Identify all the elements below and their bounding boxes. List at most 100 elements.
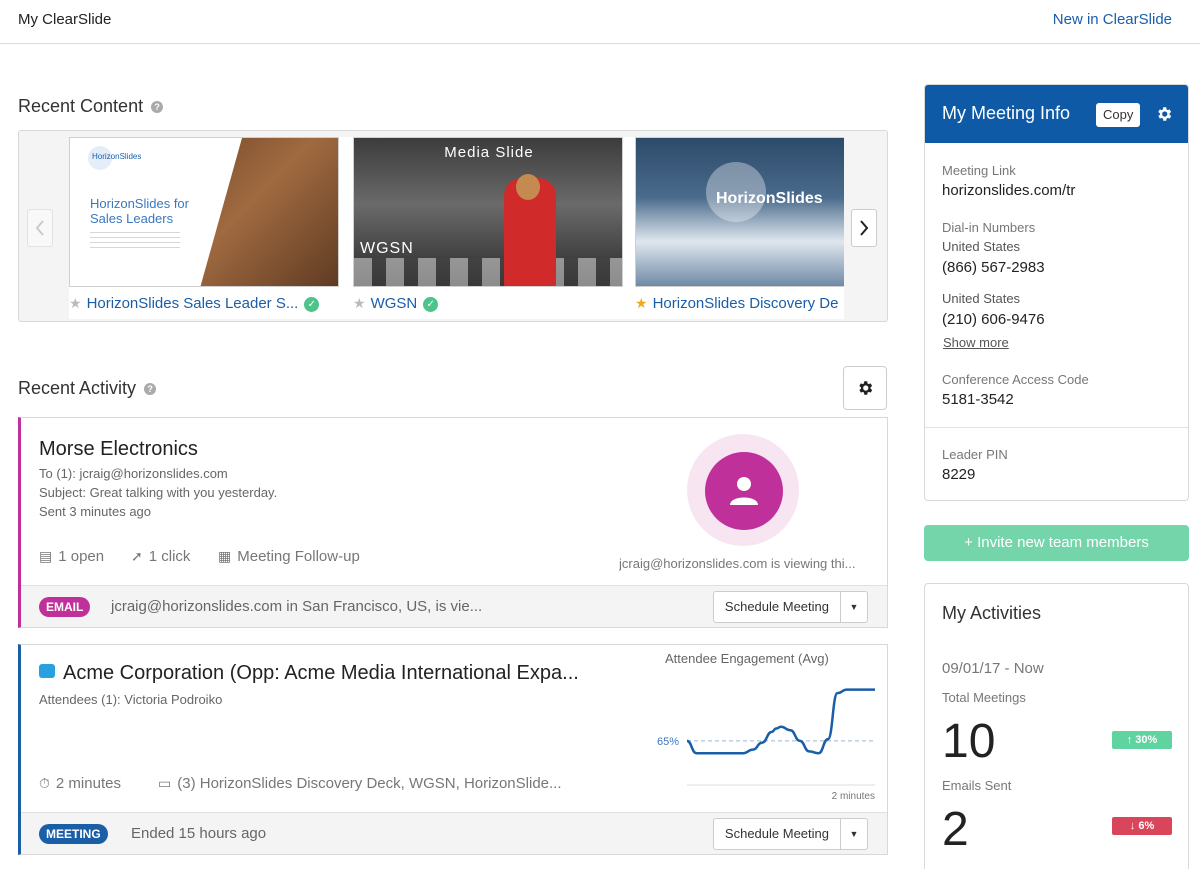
invite-team-members-button[interactable]: + Invite new team members [924, 525, 1189, 561]
emails-sent-value: 2 [942, 803, 969, 856]
recent-activity-title: Recent Activity [18, 378, 137, 398]
verified-check-icon: ✓ [304, 297, 320, 312]
star-icon[interactable]: ★ [69, 295, 82, 312]
caret-down-icon[interactable]: ▼ [841, 819, 867, 849]
content-card[interactable]: HorizonSlides HorizonSlides for Sales Le… [69, 137, 339, 319]
activity-footer: EMAIL jcraig@horizonslides.com in San Fr… [21, 585, 887, 627]
page-title: My ClearSlide [18, 11, 112, 28]
caret-down-icon[interactable]: ▼ [841, 592, 867, 622]
dial-in-phone: (866) 567-2983 [942, 259, 1045, 276]
copy-button[interactable]: Copy [1096, 103, 1141, 127]
carousel-prev-button[interactable] [27, 209, 53, 247]
thumbnail-body-lines [90, 232, 180, 252]
meetings-trend-badge: ↑ 30% [1112, 731, 1172, 749]
crosswalk-stripes [354, 258, 622, 286]
email-sent-time: Sent 3 minutes ago [39, 504, 152, 519]
schedule-meeting-split-button[interactable]: Schedule Meeting ▼ [712, 818, 868, 850]
access-code-value: 5181-3542 [942, 391, 1014, 408]
chevron-right-icon [860, 220, 869, 236]
content-card[interactable]: Media Slide WGSN ★ WGSN ✓ [353, 137, 623, 319]
meeting-link-label: Meeting Link [942, 163, 1016, 178]
content-title[interactable]: WGSN [371, 295, 418, 312]
total-meetings-value: 10 [942, 715, 996, 768]
content-caption[interactable]: ★ HorizonSlides Sales Leader S... ✓ [69, 295, 339, 312]
star-filled-icon[interactable]: ★ [635, 295, 648, 312]
x-axis-end-label: 2 minutes [832, 791, 875, 802]
star-icon[interactable]: ★ [353, 295, 366, 312]
meeting-ended-status: Ended 15 hours ago [131, 825, 267, 842]
meeting-attendees: Attendees (1): Victoria Podroiko [39, 692, 223, 707]
content-caption[interactable]: ★ HorizonSlides Discovery De [635, 295, 844, 312]
content-name: Meeting Follow-up [237, 548, 360, 565]
meeting-activity-card[interactable]: Acme Corporation (Opp: Acme Media Intern… [18, 644, 888, 855]
activity-footer: MEETING Ended 15 hours ago Schedule Meet… [21, 812, 887, 854]
cursor-icon: ➚ [131, 548, 143, 564]
viewing-status: jcraig@horizonslides.com is viewing thi.… [619, 556, 856, 571]
content-thumbnail[interactable]: HorizonSlides HorizonSlides for Sales Le… [69, 137, 339, 287]
help-icon[interactable]: ? [144, 383, 157, 396]
opens-stat: ▤ 1 open [39, 548, 104, 565]
email-activity-card[interactable]: Morse Electronics To (1): jcraig@horizon… [18, 417, 888, 628]
dial-in-phone: (210) 606-9476 [942, 311, 1045, 328]
top-bar: My ClearSlide New in ClearSlide [0, 0, 1200, 44]
my-meeting-info-panel: My Meeting Info Copy Meeting Link horizo… [924, 84, 1189, 501]
gear-icon[interactable] [1155, 105, 1173, 123]
divider [925, 427, 1188, 428]
leader-pin-value: 8229 [942, 466, 976, 483]
presentation-icon: ▦ [218, 548, 232, 564]
content-stat: ▦ Meeting Follow-up [218, 548, 360, 565]
duration-value: 2 minutes [55, 775, 121, 792]
meeting-badge: MEETING [39, 824, 108, 844]
engagement-chart-title: Attendee Engagement (Avg) [665, 651, 829, 666]
avatar [705, 452, 783, 530]
help-icon[interactable]: ? [151, 101, 164, 114]
access-code-label: Conference Access Code [942, 372, 1089, 387]
duration-stat: ⏱ 2 minutes [39, 775, 121, 792]
decks-stat: ▭ (3) HorizonSlides Discovery Deck, WGSN,… [158, 775, 562, 792]
content-thumbnail[interactable]: Media Slide WGSN [353, 137, 623, 287]
clicks-count: 1 click [148, 548, 191, 565]
carousel-track: HorizonSlides HorizonSlides for Sales Le… [69, 137, 844, 319]
recent-content-carousel: HorizonSlides HorizonSlides for Sales Le… [18, 130, 888, 322]
dial-in-country: United States [942, 291, 1021, 306]
new-in-clearslide-link[interactable]: New in ClearSlide [1053, 11, 1172, 28]
dial-in-country: United States [942, 239, 1021, 254]
opens-count: 1 open [58, 548, 105, 565]
my-activities-title: My Activities [942, 603, 1042, 623]
thumbnail-headline: HorizonSlides for Sales Leaders [90, 196, 189, 226]
emails-sent-label: Emails Sent [942, 778, 1012, 793]
decks-list: (3) HorizonSlides Discovery Deck, WGSN, … [177, 775, 562, 792]
my-activities-panel: My Activities 09/01/17 - Now Total Meeti… [924, 583, 1189, 869]
carousel-next-button[interactable] [851, 209, 877, 247]
verified-check-icon: ✓ [423, 297, 439, 312]
user-icon [730, 477, 758, 505]
recent-content-title: Recent Content [18, 96, 144, 116]
thumbnail-photo [200, 138, 338, 286]
schedule-meeting-split-button[interactable]: Schedule Meeting ▼ [712, 591, 868, 623]
open-envelope-icon: ▤ [39, 548, 53, 564]
engagement-series-line [686, 688, 875, 755]
content-caption[interactable]: ★ WGSN ✓ [353, 295, 623, 312]
recent-activity-heading: Recent Activity ? [18, 378, 157, 399]
gear-icon [859, 381, 873, 395]
meeting-link-value[interactable]: horizonslides.com/tr [942, 182, 1075, 199]
activity-title[interactable]: Acme Corporation (Opp: Acme Media Intern… [63, 662, 579, 684]
clicks-stat: ➚ 1 click [131, 548, 190, 565]
schedule-meeting-button[interactable]: Schedule Meeting [714, 819, 841, 849]
meeting-info-header: My Meeting Info Copy [925, 85, 1188, 143]
activity-settings-button[interactable] [843, 366, 887, 410]
thumbnail-label: Media Slide [444, 144, 534, 161]
schedule-meeting-button[interactable]: Schedule Meeting [714, 592, 841, 622]
stopwatch-icon: ⏱ [39, 775, 50, 791]
engagement-chart: 65% 2 minutes [657, 688, 875, 802]
content-title[interactable]: HorizonSlides Sales Leader S... [87, 295, 299, 312]
content-title[interactable]: HorizonSlides Discovery De [653, 295, 839, 312]
email-recipient: To (1): jcraig@horizonslides.com [39, 466, 228, 481]
show-more-link[interactable]: Show more [943, 335, 1009, 350]
average-label: 65% [657, 736, 679, 748]
content-card[interactable]: HorizonSlides ★ HorizonSlides Discovery D… [635, 137, 844, 319]
activity-title-row[interactable]: Acme Corporation (Opp: Acme Media Intern… [39, 662, 579, 685]
activity-title[interactable]: Morse Electronics [39, 438, 198, 461]
content-thumbnail[interactable]: HorizonSlides [635, 137, 844, 287]
dial-in-label: Dial-in Numbers [942, 220, 1036, 235]
